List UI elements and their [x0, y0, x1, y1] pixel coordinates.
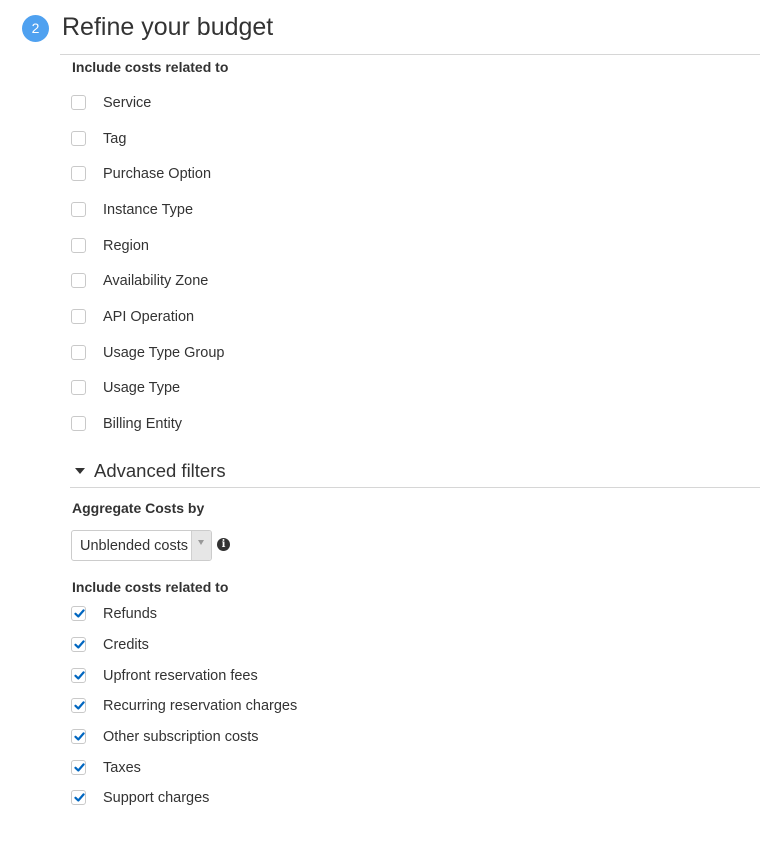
caret-down-icon — [75, 468, 85, 474]
checkbox-availability-zone[interactable]: Availability Zone — [71, 271, 471, 291]
checkbox-usage-type-group[interactable]: Usage Type Group — [71, 343, 471, 363]
checkbox-region[interactable]: Region — [71, 236, 471, 256]
checkbox-tag[interactable]: Tag — [71, 129, 471, 149]
checkbox-box[interactable] — [71, 380, 86, 395]
checkbox-label: Refunds — [103, 606, 158, 622]
checkbox-label: API Operation — [103, 309, 195, 325]
checkbox-upfront-reservation-fees[interactable]: Upfront reservation fees — [71, 666, 471, 686]
advanced-filters-toggle[interactable]: Advanced filters — [72, 459, 272, 483]
checkbox-service[interactable]: Service — [71, 93, 471, 113]
checkbox-box[interactable] — [71, 790, 86, 805]
advanced-filters-title: Advanced filters — [94, 460, 226, 481]
checkbox-box[interactable] — [71, 273, 86, 288]
checkbox-box[interactable] — [71, 131, 86, 146]
checkbox-label: Support charges — [103, 790, 210, 806]
aggregate-costs-label: Aggregate Costs by — [72, 500, 205, 516]
checkbox-api-operation[interactable]: API Operation — [71, 307, 471, 327]
advanced-include-costs-heading: Include costs related to — [72, 579, 229, 595]
checkbox-label: Upfront reservation fees — [103, 668, 258, 684]
checkbox-box[interactable] — [71, 309, 86, 324]
checkbox-purchase-option[interactable]: Purchase Option — [71, 164, 471, 184]
checkbox-label: Billing Entity — [103, 416, 182, 432]
checkbox-label: Taxes — [103, 760, 141, 776]
checkbox-label: Tag — [103, 131, 127, 147]
checkbox-box[interactable] — [71, 345, 86, 360]
aggregate-costs-select[interactable]: Unblended costs — [71, 530, 212, 561]
check-icon — [74, 640, 85, 649]
checkbox-usage-type[interactable]: Usage Type — [71, 378, 471, 398]
checkbox-box[interactable] — [71, 729, 86, 744]
check-icon — [74, 609, 85, 618]
check-icon — [74, 763, 85, 772]
step-number-badge: 2 — [22, 15, 49, 42]
checkbox-label: Service — [103, 95, 152, 111]
include-costs-heading: Include costs related to — [72, 59, 229, 75]
checkbox-label: Usage Type Group — [103, 345, 225, 361]
checkbox-box[interactable] — [71, 238, 86, 253]
checkbox-box[interactable] — [71, 606, 86, 621]
check-icon — [74, 701, 85, 710]
check-icon — [74, 732, 85, 741]
checkbox-credits[interactable]: Credits — [71, 635, 471, 655]
checkbox-box[interactable] — [71, 637, 86, 652]
aggregate-costs-value: Unblended costs — [80, 538, 189, 554]
checkbox-label: Instance Type — [103, 202, 194, 218]
checkbox-instance-type[interactable]: Instance Type — [71, 200, 471, 220]
check-icon — [74, 793, 85, 802]
checkbox-other-subscription-costs[interactable]: Other subscription costs — [71, 727, 471, 747]
checkbox-label: Recurring reservation charges — [103, 698, 298, 714]
checkbox-box[interactable] — [71, 166, 86, 181]
checkbox-box[interactable] — [71, 760, 86, 775]
info-icon[interactable]: i — [217, 538, 230, 551]
checkbox-box[interactable] — [71, 698, 86, 713]
check-icon — [74, 671, 85, 680]
step-header: 2 Refine your budget — [0, 0, 760, 55]
checkbox-label: Availability Zone — [103, 273, 209, 289]
checkbox-label: Other subscription costs — [103, 729, 259, 745]
checkbox-box[interactable] — [71, 668, 86, 683]
checkbox-taxes[interactable]: Taxes — [71, 758, 471, 778]
select-arrow-button[interactable] — [191, 531, 211, 560]
checkbox-label: Region — [103, 238, 149, 254]
checkbox-support-charges[interactable]: Support charges — [71, 788, 471, 808]
checkbox-refunds[interactable]: Refunds — [71, 604, 471, 624]
checkbox-box[interactable] — [71, 202, 86, 217]
page-title: Refine your budget — [62, 13, 274, 41]
checkbox-billing-entity[interactable]: Billing Entity — [71, 414, 471, 434]
advanced-filters-divider — [70, 487, 760, 488]
checkbox-label: Purchase Option — [103, 166, 212, 182]
checkbox-label: Credits — [103, 637, 149, 653]
chevron-down-icon — [198, 540, 204, 545]
header-divider — [60, 54, 760, 55]
checkbox-label: Usage Type — [103, 380, 181, 396]
checkbox-recurring-reservation-charges[interactable]: Recurring reservation charges — [71, 696, 471, 716]
checkbox-box[interactable] — [71, 416, 86, 431]
checkbox-box[interactable] — [71, 95, 86, 110]
